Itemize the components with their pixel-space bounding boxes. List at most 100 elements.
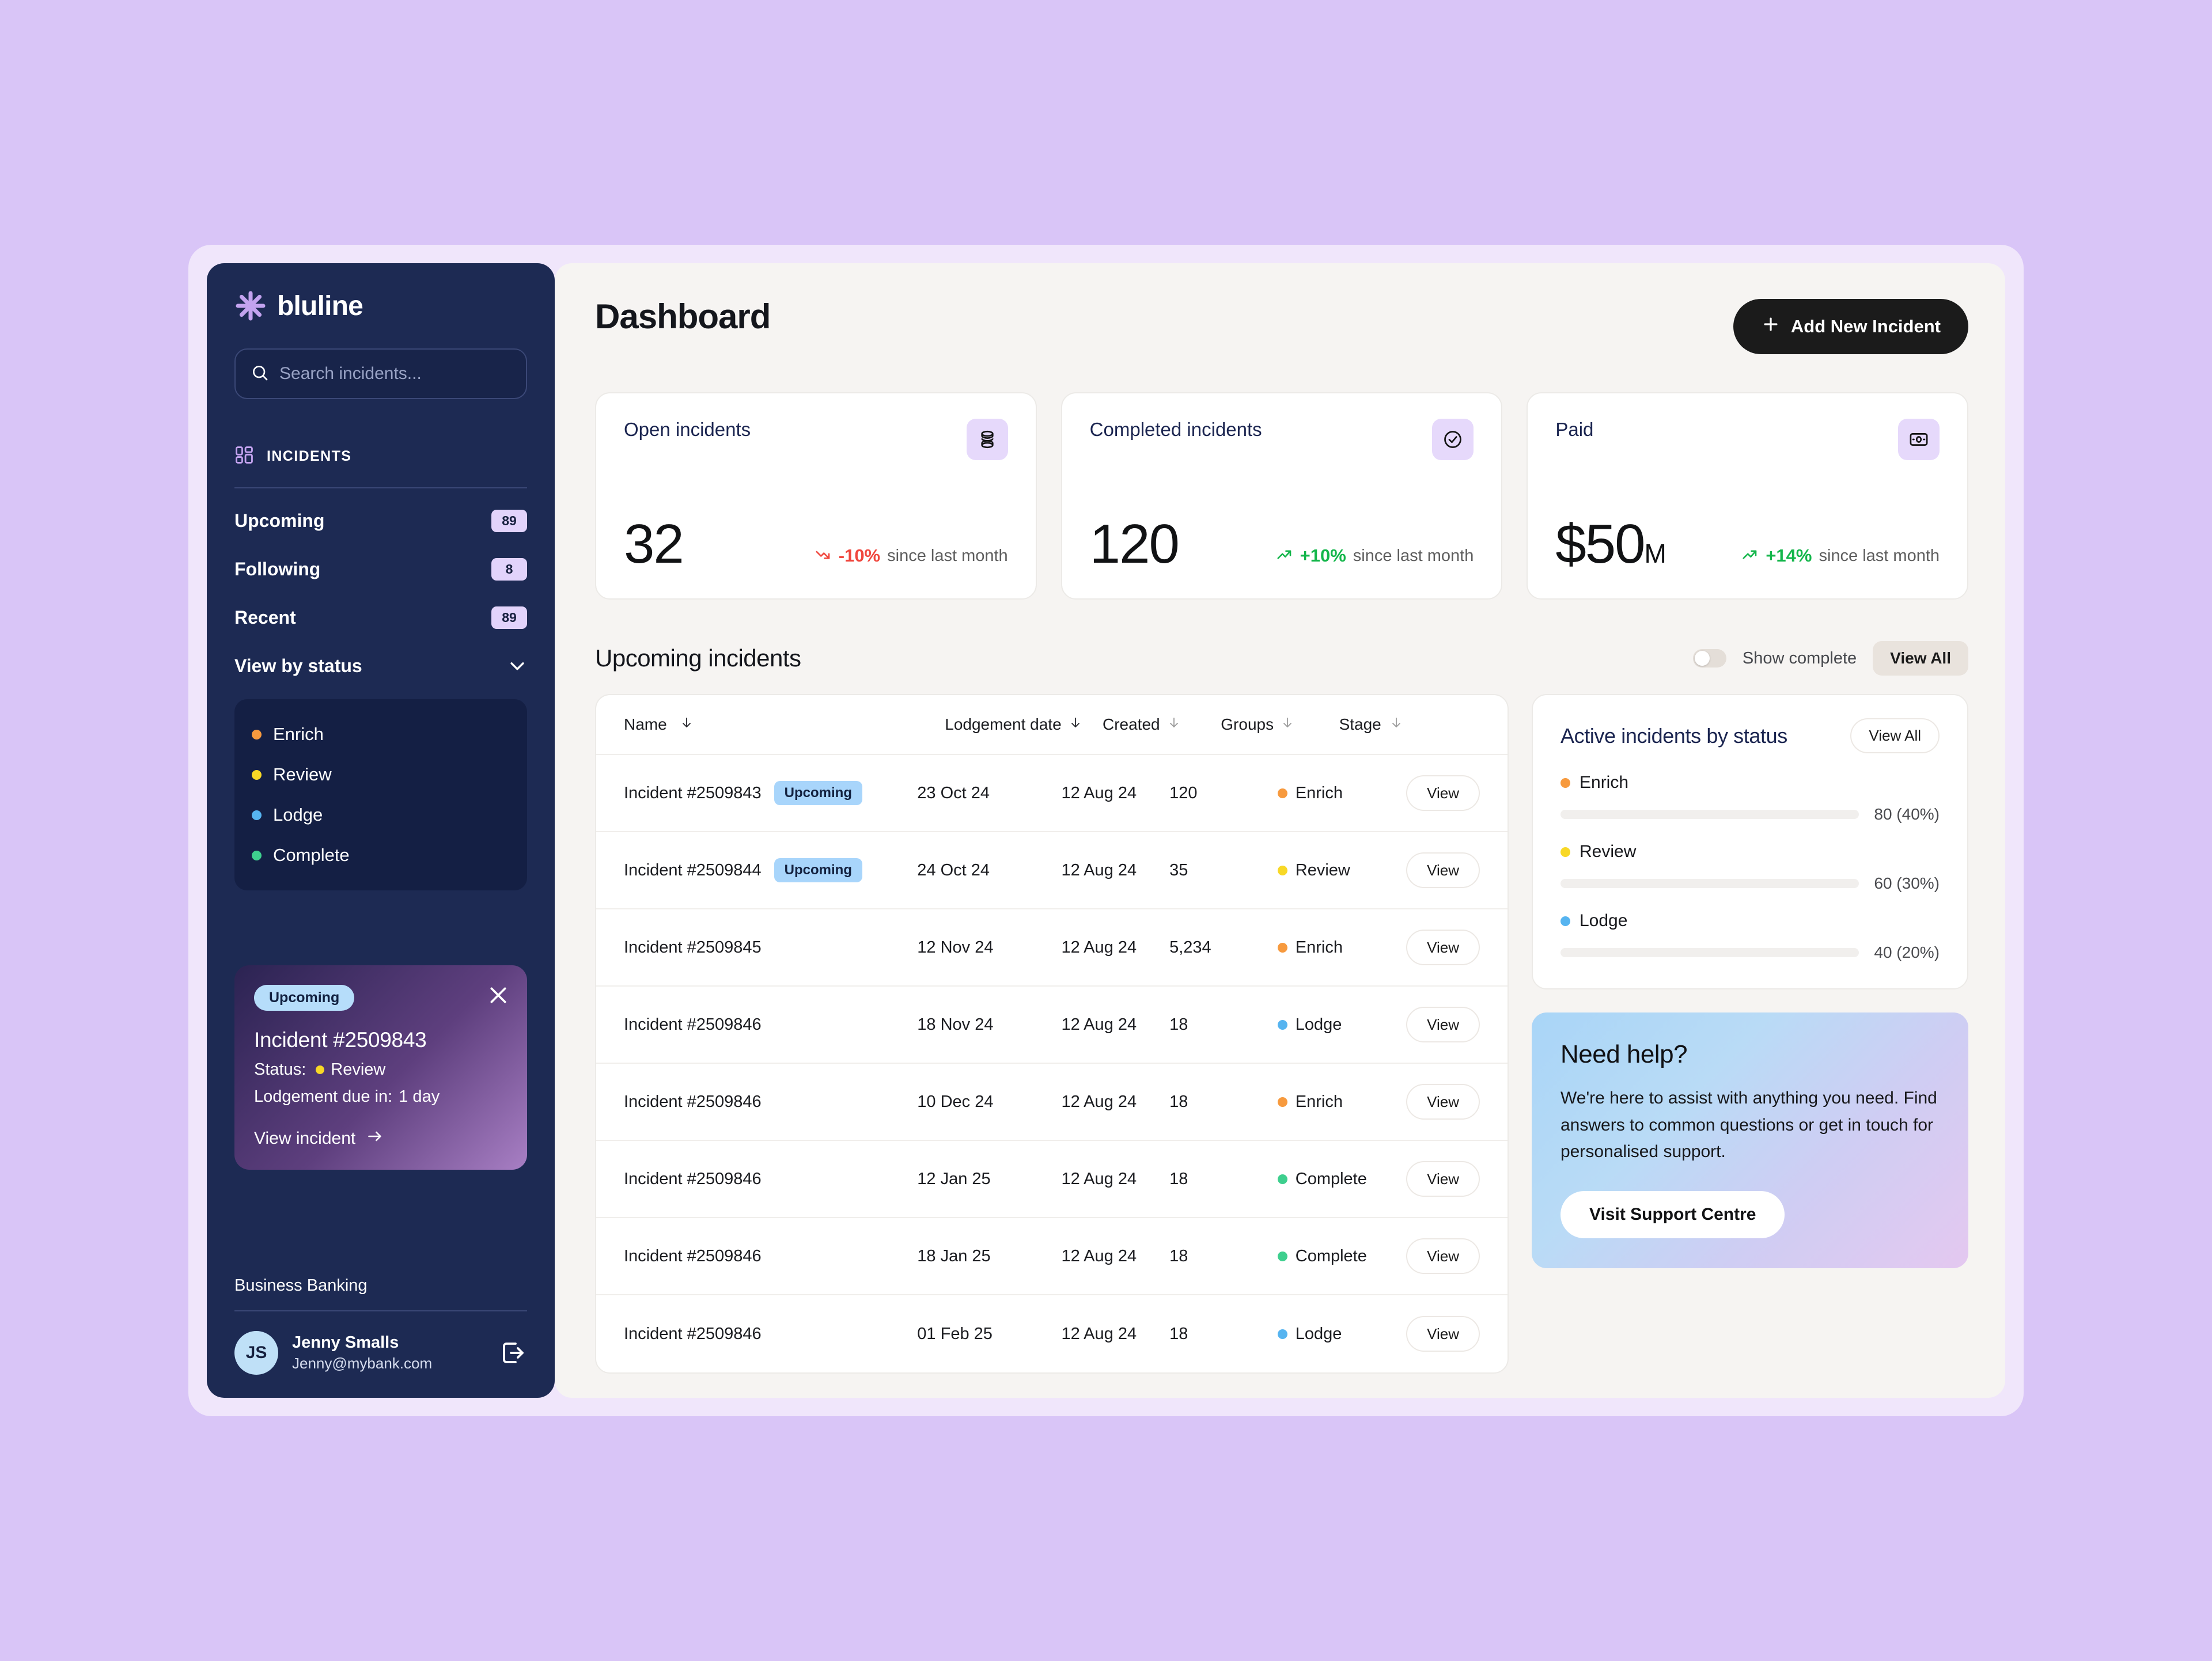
status-dot-icon <box>1277 1329 1287 1339</box>
cell-created: 12 Aug 24 <box>1061 1246 1137 1265</box>
stage-label: Complete <box>1295 1246 1367 1265</box>
stat-value: 32 <box>624 513 684 575</box>
view-button[interactable]: View <box>1406 1238 1480 1274</box>
sidebar-item-label: Upcoming <box>234 510 325 531</box>
view-button[interactable]: View <box>1406 929 1480 965</box>
cell-stage: Complete <box>1277 1170 1406 1189</box>
column-header-created[interactable]: Created <box>1103 715 1221 734</box>
view-button[interactable]: View <box>1406 1315 1480 1352</box>
sort-arrow-icon <box>1167 715 1181 734</box>
close-icon[interactable] <box>487 984 510 1007</box>
cell-created: 12 Aug 24 <box>1061 1169 1137 1188</box>
table-row[interactable]: Incident #2509846 12 Jan 25 12 Aug 24 18 Com… <box>596 1141 1508 1218</box>
cell-lodgement-date: 23 Oct 24 <box>917 783 990 802</box>
stage-label: Review <box>1295 860 1350 879</box>
status-dot-icon <box>1277 1174 1287 1184</box>
table-row[interactable]: Incident #2509846 01 Feb 25 12 Aug 24 18 Lod… <box>596 1295 1508 1372</box>
show-complete-label: Show complete <box>1742 649 1857 668</box>
table-row[interactable]: Incident #2509844 Upcoming 24 Oct 24 12 Aug… <box>596 832 1508 909</box>
notification-status-line: Status: Review <box>254 1060 507 1079</box>
cell-action: View <box>1406 1006 1480 1042</box>
status-bar-group: Review 60 (30%) <box>1560 842 1940 893</box>
status-card-title: Active incidents by status <box>1560 723 1787 748</box>
incident-name: Incident #2509846 <box>624 1246 762 1265</box>
visit-support-centre-button[interactable]: Visit Support Centre <box>1560 1190 1785 1238</box>
table-row[interactable]: Incident #2509843 Upcoming 23 Oct 24 12 Aug… <box>596 755 1508 832</box>
sidebar-item-following[interactable]: Following 8 <box>234 545 527 593</box>
view-button[interactable]: View <box>1406 1161 1480 1197</box>
incident-name: Incident #2509846 <box>624 1092 762 1111</box>
table-row[interactable]: Incident #2509846 18 Jan 25 12 Aug 24 18 Com… <box>596 1218 1508 1295</box>
view-button[interactable]: View <box>1406 852 1480 888</box>
column-header-lodgement-date[interactable]: Lodgement date <box>945 715 1103 734</box>
bar-label: Lodge <box>1560 911 1940 931</box>
cell-groups: 18 <box>1169 1015 1188 1034</box>
table-row[interactable]: Incident #2509846 18 Nov 24 12 Aug 24 18 Lod… <box>596 987 1508 1064</box>
bar-line: 40 (20%) <box>1560 943 1940 962</box>
cell-name: Incident #2509846 <box>624 1247 917 1266</box>
notification-status-label: Status: <box>254 1060 306 1079</box>
notification-card[interactable]: Upcoming Incident #2509843 Status: Revie… <box>234 965 527 1170</box>
view-incident-label: View incident <box>254 1129 356 1148</box>
search-input[interactable]: Search incidents... <box>234 348 527 399</box>
bar-label: Enrich <box>1560 773 1940 792</box>
status-filter-review[interactable]: Review <box>252 754 510 795</box>
sidebar-item-view-by-status[interactable]: View by status <box>234 642 527 690</box>
nav-section-incidents[interactable]: INCIDENTS <box>234 445 527 468</box>
view-button[interactable]: View <box>1406 775 1480 811</box>
cell-stage: Enrich <box>1277 938 1406 957</box>
notification-due-label: Lodgement due in: <box>254 1087 393 1106</box>
sort-arrow-icon <box>680 715 694 734</box>
status-filter-enrich[interactable]: Enrich <box>252 714 510 754</box>
stat-label: Paid <box>1555 419 1594 440</box>
cell-groups: 18 <box>1169 1324 1188 1343</box>
incident-name: Incident #2509845 <box>624 938 762 957</box>
sidebar-item-recent[interactable]: Recent 89 <box>234 593 527 642</box>
cell-stage: Enrich <box>1277 784 1406 803</box>
brand[interactable]: bluline <box>234 290 527 322</box>
view-button[interactable]: View <box>1406 1083 1480 1120</box>
view-incident-link[interactable]: View incident <box>254 1128 507 1149</box>
show-complete-toggle[interactable] <box>1692 649 1726 668</box>
cell-action: View <box>1406 775 1480 811</box>
status-filter-label: Review <box>273 764 332 784</box>
add-new-incident-button[interactable]: Add New Incident <box>1733 299 1968 354</box>
stat-value: 120 <box>1089 513 1180 575</box>
column-header-stage[interactable]: Stage <box>1339 715 1480 734</box>
sidebar-item-upcoming[interactable]: Upcoming 89 <box>234 496 527 545</box>
user-profile[interactable]: JS Jenny Smalls Jenny@mybank.com <box>234 1331 527 1375</box>
cell-name: Incident #2509846 <box>624 1093 917 1112</box>
cell-created: 12 Aug 24 <box>1061 938 1137 957</box>
bar-value: 60 (30%) <box>1874 874 1940 892</box>
logout-icon[interactable] <box>499 1339 527 1367</box>
status-filter-lodge[interactable]: Lodge <box>252 795 510 835</box>
active-incidents-by-status-card: Active incidents by status View All Enri… <box>1532 694 1968 989</box>
grid-icon <box>234 445 254 468</box>
incident-name: Incident #2509844 <box>624 860 762 879</box>
incidents-view-all-button[interactable]: View All <box>1873 641 1968 676</box>
chevron-down-icon <box>507 656 527 676</box>
table-row[interactable]: Incident #2509846 10 Dec 24 12 Aug 24 18 Enr… <box>596 1064 1508 1141</box>
status-view-all-button[interactable]: View All <box>1850 718 1940 753</box>
user-name: Jenny Smalls <box>292 1333 399 1352</box>
page-title: Dashboard <box>595 297 771 336</box>
trend-since: since last month <box>1819 546 1940 565</box>
bar-label-text: Lodge <box>1580 911 1628 930</box>
trend-percent: +10% <box>1300 545 1346 566</box>
cell-lodgement-date: 24 Oct 24 <box>917 860 990 879</box>
table-row[interactable]: Incident #2509845 12 Nov 24 12 Aug 24 5,234… <box>596 909 1508 987</box>
help-body: We're here to assist with anything you n… <box>1560 1089 1937 1161</box>
app-window: bluline Search incidents... INCIDENTS Up… <box>188 245 2024 1416</box>
cell-created: 12 Aug 24 <box>1061 860 1137 879</box>
stage-label: Lodge <box>1295 1015 1342 1034</box>
sidebar-item-label: Recent <box>234 606 296 628</box>
notification-due-value: 1 day <box>399 1087 440 1106</box>
status-filter-label: Enrich <box>273 724 324 744</box>
stat-card-paid: Paid $50M +14% since last month <box>1527 392 1969 600</box>
cell-lodgement-date: 12 Nov 24 <box>917 938 994 957</box>
column-header-groups[interactable]: Groups <box>1221 715 1339 734</box>
column-header-name[interactable]: Name <box>624 715 945 734</box>
status-filter-complete[interactable]: Complete <box>252 835 510 875</box>
view-button[interactable]: View <box>1406 1006 1480 1042</box>
cell-groups: 120 <box>1169 783 1198 802</box>
